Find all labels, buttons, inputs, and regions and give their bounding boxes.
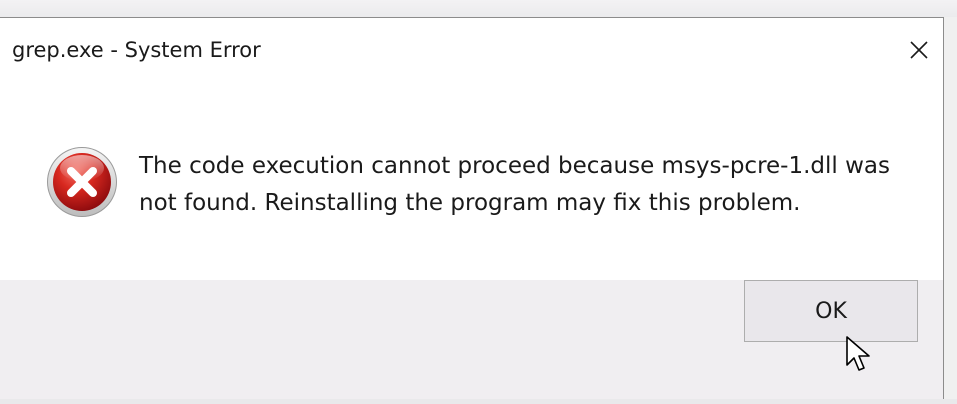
error-message: The code execution cannot proceed becaus…	[139, 153, 890, 216]
error-icon	[47, 147, 117, 217]
background-window-edge	[0, 0, 957, 17]
dialog-content: grep.exe - System Error The code executi…	[0, 18, 943, 280]
close-button[interactable]	[896, 30, 942, 70]
screen: grep.exe - System Error The code executi…	[0, 0, 957, 404]
dialog-title: grep.exe - System Error	[12, 38, 261, 62]
mouse-cursor-icon	[846, 336, 870, 371]
background-window-edge-right	[944, 17, 957, 404]
close-icon	[910, 41, 928, 59]
background-window-edge-bottom	[0, 399, 957, 404]
ok-button[interactable]: OK	[744, 280, 918, 342]
